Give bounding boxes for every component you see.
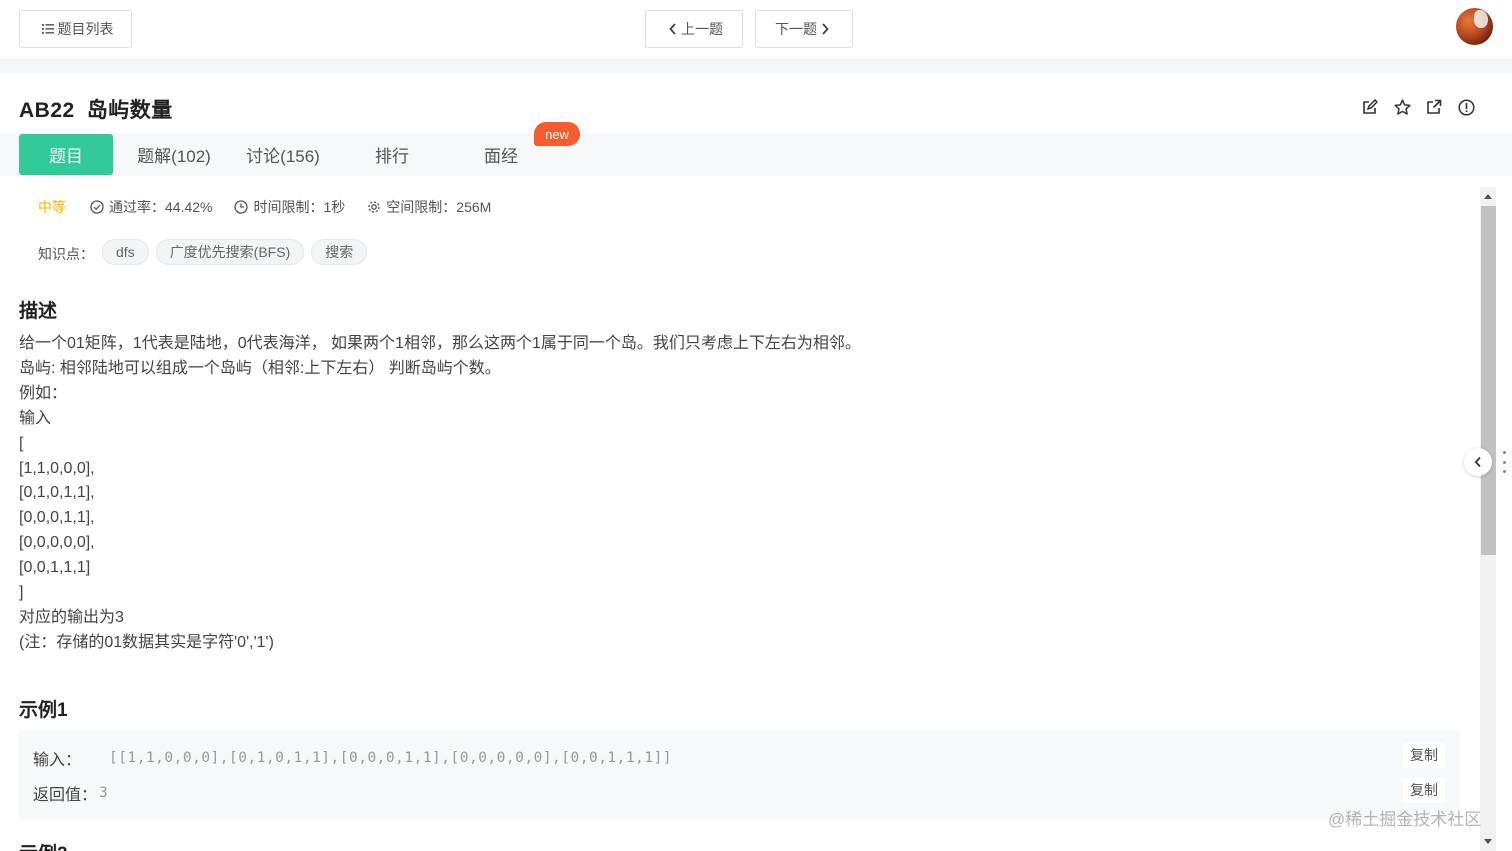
chevron-left-icon <box>669 23 677 35</box>
page-title: AB22 岛屿数量 <box>19 94 173 124</box>
description-line: (注：存储的01数据其实是字符'0','1') <box>19 633 274 651</box>
copy-output-button[interactable]: 复制 <box>1403 777 1445 803</box>
tags-label: 知识点： <box>38 246 94 262</box>
scroll-up-arrow-icon[interactable] <box>1482 190 1494 202</box>
problem-panel: AB22 岛屿数量 题目 题解(102) 讨论(156) 排行 面经 new 中等… <box>0 73 1512 851</box>
copy-input-button[interactable]: 复制 <box>1403 742 1445 768</box>
prev-problem-label: 上一题 <box>681 21 723 37</box>
example1-input-row: 输入： [[1,1,0,0,0],[0,1,0,1,1],[0,0,0,1,1]… <box>33 746 672 770</box>
example1-box: 输入： [[1,1,0,0,0],[0,1,0,1,1],[0,0,0,1,1]… <box>19 730 1460 820</box>
description-line: [1,1,0,0,0], <box>19 459 95 477</box>
tab-solutions[interactable]: 题解(102) <box>126 134 222 175</box>
user-avatar[interactable] <box>1456 8 1493 45</box>
space-limit-text: 空间限制：256M <box>386 199 492 215</box>
description-line: 给一个01矩阵，1代表是陆地，0代表海洋， 如果两个1相邻，那么这两个1属于同一… <box>19 335 861 352</box>
problem-title: 岛屿数量 <box>86 99 173 122</box>
description-line: 岛屿: 相邻陆地可以组成一个岛屿（相邻:上下左右） 判断岛屿个数。 <box>19 359 501 377</box>
title-actions <box>1361 98 1475 116</box>
edit-icon[interactable] <box>1361 98 1379 116</box>
info-icon[interactable] <box>1457 98 1475 116</box>
check-circle-icon <box>90 200 104 214</box>
example1-output-label: 返回值： <box>33 787 98 804</box>
time-limit-text: 时间限制：1秒 <box>253 199 346 215</box>
problem-code: AB22 <box>19 99 75 122</box>
description-line: 对应的输出为3 <box>19 608 124 626</box>
pass-rate-text: 通过率：44.42% <box>109 199 213 215</box>
chevron-left-icon <box>1474 456 1481 468</box>
description-line: 例如： <box>19 384 68 402</box>
tag-search[interactable]: 搜索 <box>311 239 368 265</box>
share-icon[interactable] <box>1425 98 1443 116</box>
collapse-panel-button[interactable] <box>1464 448 1492 476</box>
description-line: [0,0,1,1,1] <box>19 559 91 577</box>
scroll-down-arrow-icon[interactable] <box>1482 835 1494 847</box>
description-body: 给一个01矩阵，1代表是陆地，0代表海洋， 如果两个1相邻，那么这两个1属于同一… <box>19 332 1019 656</box>
problem-list-button[interactable]: 题目列表 <box>19 10 132 48</box>
problem-tabs: 题目 题解(102) 讨论(156) 排行 面经 <box>0 133 1512 176</box>
description-line: ] <box>19 584 24 602</box>
example2-heading: 示例2 <box>19 839 68 851</box>
chevron-right-icon <box>821 23 829 35</box>
description-heading: 描述 <box>19 301 58 322</box>
space-limit: 空间限制：256M <box>367 197 491 217</box>
description-line: [0,0,0,0,0], <box>19 534 95 552</box>
example1-heading: 示例1 <box>19 700 68 721</box>
scrollbar-thumb[interactable] <box>1481 206 1496 555</box>
description-line: [0,1,0,1,1], <box>19 484 95 502</box>
more-options-icon[interactable] <box>1500 451 1508 473</box>
description-line: [0,0,0,1,1], <box>19 509 95 527</box>
example1-output-value: 3 <box>99 785 109 801</box>
list-icon <box>41 24 54 34</box>
tab-problem[interactable]: 题目 <box>19 134 113 175</box>
time-limit: 时间限制：1秒 <box>234 197 345 217</box>
tag-bfs[interactable]: 广度优先搜索(BFS) <box>155 239 305 265</box>
description-line: 输入 <box>19 409 52 427</box>
watermark: @稀土掘金技术社区 <box>1328 810 1482 829</box>
problem-meta: 中等 通过率：44.42% 时间限制：1秒 空间限制：256M <box>38 197 513 217</box>
pass-rate: 通过率：44.42% <box>90 197 212 217</box>
tag-dfs[interactable]: dfs <box>102 239 149 265</box>
gear-icon <box>368 201 380 213</box>
description-line: [ <box>19 434 24 452</box>
example1-output-row: 返回值： 3 <box>33 781 108 805</box>
example1-input-label: 输入： <box>33 752 82 769</box>
tab-ranking[interactable]: 排行 <box>344 134 440 175</box>
clock-icon <box>234 200 249 214</box>
knowledge-tags: 知识点： dfs 广度优先搜索(BFS) 搜索 <box>38 239 374 265</box>
problem-list-label: 题目列表 <box>57 21 114 37</box>
tab-discussion[interactable]: 讨论(156) <box>235 134 331 175</box>
new-badge: new <box>534 122 580 146</box>
top-bar: 题目列表 上一题 下一题 <box>0 0 1512 60</box>
star-icon[interactable] <box>1393 98 1411 116</box>
example1-input-value: [[1,1,0,0,0],[0,1,0,1,1],[0,0,0,1,1],[0,… <box>109 750 673 766</box>
difficulty-badge: 中等 <box>38 199 66 215</box>
prev-problem-button[interactable]: 上一题 <box>645 10 743 48</box>
next-problem-button[interactable]: 下一题 <box>755 10 853 48</box>
next-problem-label: 下一题 <box>775 21 817 37</box>
